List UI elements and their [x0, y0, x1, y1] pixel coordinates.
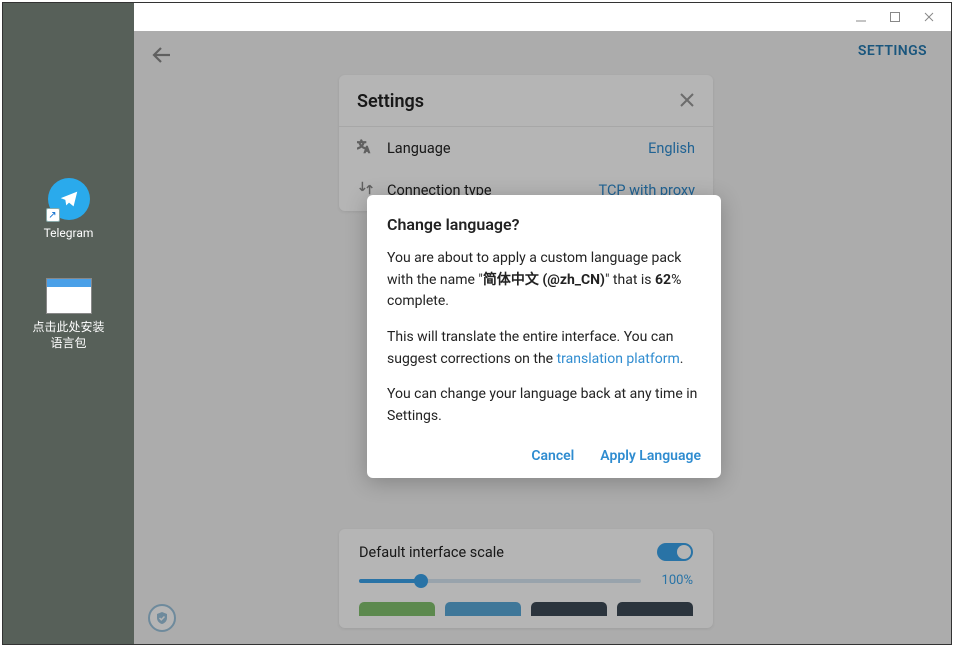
- modal-paragraph-3: You can change your language back at any…: [387, 384, 701, 427]
- window-close-button[interactable]: [913, 5, 945, 29]
- modal-paragraph-2: This will translate the entire interface…: [387, 327, 701, 370]
- window-titlebar: [134, 3, 951, 31]
- desktop-icon-langpack[interactable]: 点击此处安装 语言包: [3, 278, 134, 351]
- modal-title: Change language?: [387, 215, 701, 234]
- window-maximize-button[interactable]: [879, 5, 911, 29]
- document-icon: [46, 278, 92, 314]
- desktop-icon-label: Telegram: [44, 225, 94, 241]
- apply-language-button[interactable]: Apply Language: [600, 448, 701, 464]
- telegram-icon: ↗: [48, 178, 90, 220]
- window-minimize-button[interactable]: [845, 5, 877, 29]
- shortcut-arrow-icon: ↗: [46, 208, 60, 222]
- change-language-modal: Change language? You are about to apply …: [367, 195, 721, 478]
- desktop-icon-label: 点击此处安装 语言包: [32, 319, 104, 351]
- desktop-background: ↗ Telegram 点击此处安装 语言包: [3, 3, 134, 644]
- cancel-button[interactable]: Cancel: [531, 448, 574, 464]
- modal-paragraph-1: You are about to apply a custom language…: [387, 248, 701, 313]
- desktop-icon-telegram[interactable]: ↗ Telegram: [3, 178, 134, 241]
- translation-platform-link[interactable]: translation platform: [557, 351, 680, 367]
